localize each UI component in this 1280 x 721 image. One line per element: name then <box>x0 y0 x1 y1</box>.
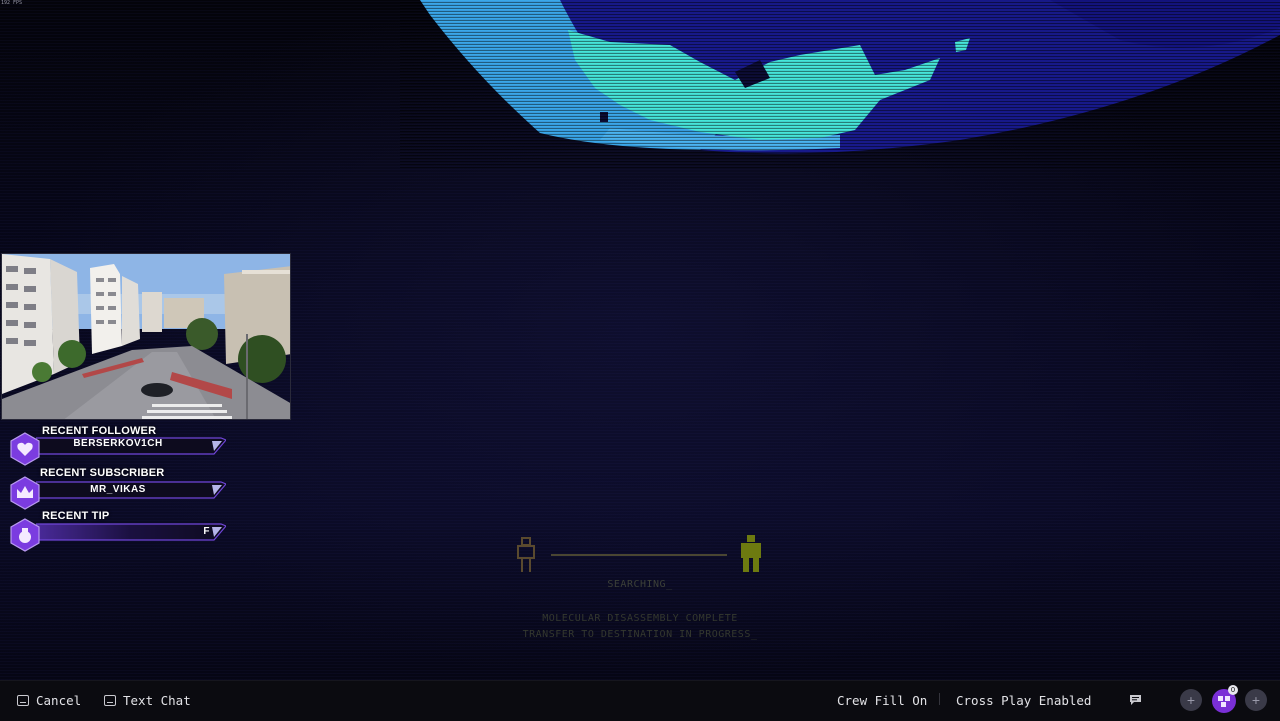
chat-icon[interactable] <box>1129 694 1142 706</box>
plus-button[interactable]: + <box>1180 689 1202 711</box>
status-line-1: MOLECULAR DISASSEMBLY COMPLETE <box>542 613 738 624</box>
enter-key-icon <box>104 694 116 706</box>
plus-icon: + <box>1186 692 1196 708</box>
notification-badge: 0 <box>1228 685 1238 695</box>
cancel-label: Cancel <box>36 692 82 708</box>
alert-header: RECENT TIP <box>42 510 110 522</box>
recent-follower-alert: RECENT FOLLOWER BERSERKOV1CH <box>8 425 228 466</box>
party-button[interactable]: 0 <box>1211 685 1238 714</box>
alert-header: RECENT SUBSCRIBER <box>40 467 165 479</box>
destination-figure-icon <box>741 535 761 572</box>
crew-fill-toggle[interactable]: Crew Fill On <box>837 692 927 708</box>
alert-value: F <box>203 526 210 537</box>
recent-tip-alert: RECENT TIP F <box>8 510 228 552</box>
divider <box>939 693 940 705</box>
status-line-2: TRANSFER TO DESTINATION IN PROGRESS_ <box>522 629 758 640</box>
text-chat-button[interactable]: Text Chat <box>104 692 191 708</box>
alert-value: MR_VIKAS <box>90 484 146 495</box>
plus-icon: + <box>1251 692 1261 708</box>
alert-header: RECENT FOLLOWER <box>42 425 157 437</box>
fps-counter: 192 FPS <box>1 0 23 6</box>
cross-play-label: Cross Play Enabled <box>956 692 1092 708</box>
crown-icon <box>10 476 40 510</box>
webcam-feed <box>1 253 291 420</box>
street-scene-image <box>2 254 290 419</box>
origin-figure-icon <box>517 537 535 572</box>
cross-play-toggle[interactable]: Cross Play Enabled <box>956 692 1091 708</box>
searching-status: SEARCHING_ <box>607 579 673 590</box>
transfer-loader: SEARCHING_ MOLECULAR DISASSEMBLY COMPLET… <box>505 530 775 650</box>
text-chat-label: Text Chat <box>123 692 191 708</box>
alert-value: BERSERKOV1CH <box>73 438 163 449</box>
crew-fill-label: Crew Fill On <box>837 692 928 708</box>
add-friend-button[interactable]: + <box>1245 689 1267 711</box>
transfer-progress-graphic <box>517 535 761 572</box>
heart-icon <box>10 432 40 466</box>
money-bag-icon <box>10 518 40 552</box>
recent-subscriber-alert: RECENT SUBSCRIBER MR_VIKAS <box>8 467 228 510</box>
keyboard-key-icon <box>17 694 29 706</box>
cancel-button[interactable]: Cancel <box>17 692 81 708</box>
